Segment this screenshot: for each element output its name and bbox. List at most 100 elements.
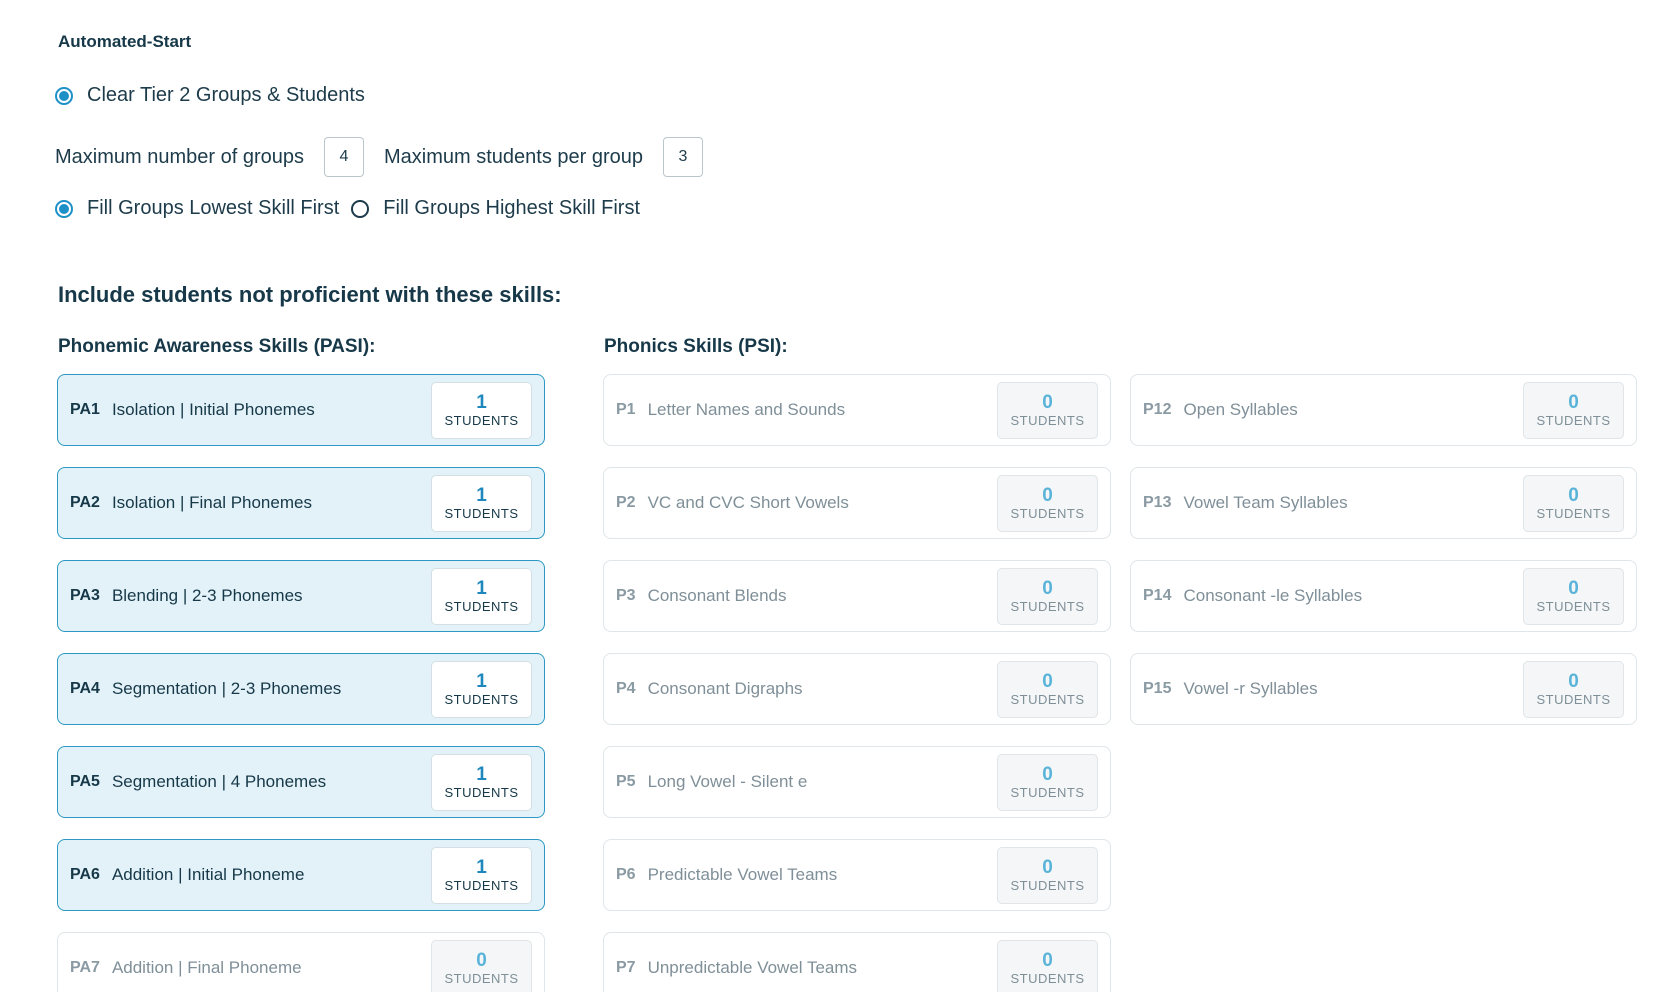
student-count-value: 1 — [476, 763, 487, 785]
skill-card-p6[interactable]: P6 Predictable Vowel Teams 0 STUDENTS — [603, 839, 1111, 911]
student-count-badge: 1 STUDENTS — [431, 475, 532, 532]
student-count-value: 1 — [476, 670, 487, 692]
skill-card-pa7[interactable]: PA7 Addition | Final Phoneme 0 STUDENTS — [57, 932, 545, 992]
fill-highest-radio[interactable]: Fill Groups Highest Skill First — [351, 197, 640, 220]
skill-name: Vowel Team Syllables — [1183, 493, 1348, 512]
skill-code: P1 — [616, 401, 636, 418]
skill-code: P4 — [616, 680, 636, 697]
student-count-unit: STUDENTS — [1010, 505, 1085, 521]
psi-skill-list-1: P1 Letter Names and Sounds 0 STUDENTS P2 VC a… — [603, 374, 1111, 992]
radio-checked-icon — [55, 86, 73, 105]
fill-lowest-radio[interactable]: Fill Groups Lowest Skill First — [55, 197, 339, 220]
skill-code: PA1 — [70, 401, 100, 418]
fill-lowest-label: Fill Groups Lowest Skill First — [87, 197, 340, 219]
skill-code: PA3 — [70, 587, 100, 604]
skill-code: P5 — [616, 773, 636, 790]
student-count-unit: STUDENTS — [1536, 412, 1611, 428]
skill-name: Unpredictable Vowel Teams — [647, 958, 858, 977]
student-count-value: 0 — [1568, 670, 1579, 692]
clear-groups-radio[interactable]: Clear Tier 2 Groups & Students — [55, 84, 365, 107]
radio-checked-icon — [55, 199, 73, 218]
skill-code: P12 — [1143, 401, 1172, 418]
skill-name: Predictable Vowel Teams — [647, 865, 838, 884]
skill-name: Vowel -r Syllables — [1183, 679, 1318, 698]
skill-card-p12[interactable]: P12 Open Syllables 0 STUDENTS — [1130, 374, 1637, 446]
skill-name: Segmentation | 4 Phonemes — [111, 772, 327, 791]
skill-code: PA2 — [70, 494, 100, 511]
skill-name: Open Syllables — [1183, 400, 1298, 419]
fill-highest-label: Fill Groups Highest Skill First — [383, 197, 640, 219]
skill-name: Consonant Digraphs — [647, 679, 803, 698]
student-count-badge: 0 STUDENTS — [1523, 568, 1624, 625]
clear-option-row: Clear Tier 2 Groups & Students — [55, 84, 377, 107]
student-count-unit: STUDENTS — [444, 970, 519, 986]
skill-card-pa2[interactable]: PA2 Isolation | Final Phonemes 1 STUDENTS — [57, 467, 545, 539]
student-count-unit: STUDENTS — [444, 598, 519, 614]
skill-card-p7[interactable]: P7 Unpredictable Vowel Teams 0 STUDENTS — [603, 932, 1111, 992]
skill-code: P14 — [1143, 587, 1172, 604]
student-count-value: 0 — [1042, 484, 1053, 506]
fill-options-row: Fill Groups Lowest Skill First Fill Grou… — [55, 197, 652, 220]
skill-card-pa4[interactable]: PA4 Segmentation | 2-3 Phonemes 1 STUDENTS — [57, 653, 545, 725]
skill-card-p14[interactable]: P14 Consonant -le Syllables 0 STUDENTS — [1130, 560, 1637, 632]
skill-code: PA5 — [70, 773, 100, 790]
max-groups-input[interactable]: 4 — [323, 137, 364, 177]
student-count-badge: 1 STUDENTS — [431, 847, 532, 904]
student-count-badge: 0 STUDENTS — [997, 940, 1098, 992]
student-count-badge: 1 STUDENTS — [431, 382, 532, 439]
student-count-badge: 0 STUDENTS — [1523, 382, 1624, 439]
skill-card-p5[interactable]: P5 Long Vowel - Silent e 0 STUDENTS — [603, 746, 1111, 818]
student-count-value: 0 — [1568, 577, 1579, 599]
skill-code: P15 — [1143, 680, 1172, 697]
student-count-badge: 0 STUDENTS — [1523, 475, 1624, 532]
student-count-unit: STUDENTS — [444, 877, 519, 893]
student-count-badge: 1 STUDENTS — [431, 661, 532, 718]
skill-code: P13 — [1143, 494, 1172, 511]
max-students-input[interactable]: 3 — [663, 137, 703, 177]
max-groups-label: Maximum number of groups — [55, 145, 304, 168]
student-count-value: 1 — [476, 856, 487, 878]
skill-card-p1[interactable]: P1 Letter Names and Sounds 0 STUDENTS — [603, 374, 1111, 446]
student-count-unit: STUDENTS — [444, 784, 519, 800]
skill-card-p3[interactable]: P3 Consonant Blends 0 STUDENTS — [603, 560, 1111, 632]
student-count-badge: 1 STUDENTS — [431, 754, 532, 811]
skill-name: Long Vowel - Silent e — [647, 772, 808, 791]
student-count-badge: 0 STUDENTS — [997, 475, 1098, 532]
radio-unchecked-icon — [351, 199, 370, 218]
skill-name: Addition | Final Phoneme — [111, 958, 302, 977]
skill-card-p13[interactable]: P13 Vowel Team Syllables 0 STUDENTS — [1130, 467, 1637, 539]
student-count-value: 0 — [1042, 577, 1053, 599]
skill-card-pa6[interactable]: PA6 Addition | Initial Phoneme 1 STUDENTS — [57, 839, 545, 911]
student-count-value: 0 — [1042, 949, 1053, 971]
student-count-unit: STUDENTS — [1010, 598, 1085, 614]
pasi-skill-list: PA1 Isolation | Initial Phonemes 1 STUDENTS… — [57, 374, 545, 992]
student-count-badge: 1 STUDENTS — [431, 568, 532, 625]
skill-card-p2[interactable]: P2 VC and CVC Short Vowels 0 STUDENTS — [603, 467, 1111, 539]
student-count-badge: 0 STUDENTS — [431, 940, 532, 992]
student-count-value: 0 — [1568, 391, 1579, 413]
student-count-badge: 0 STUDENTS — [997, 382, 1098, 439]
skill-card-p4[interactable]: P4 Consonant Digraphs 0 STUDENTS — [603, 653, 1111, 725]
skill-card-pa5[interactable]: PA5 Segmentation | 4 Phonemes 1 STUDENTS — [57, 746, 545, 818]
skill-name: VC and CVC Short Vowels — [647, 493, 849, 512]
student-count-badge: 0 STUDENTS — [997, 568, 1098, 625]
student-count-value: 0 — [1042, 856, 1053, 878]
clear-groups-label: Clear Tier 2 Groups & Students — [87, 84, 365, 106]
student-count-badge: 0 STUDENTS — [997, 847, 1098, 904]
skill-card-p15[interactable]: P15 Vowel -r Syllables 0 STUDENTS — [1130, 653, 1637, 725]
student-count-unit: STUDENTS — [444, 412, 519, 428]
skill-code: PA7 — [70, 959, 100, 976]
student-count-badge: 0 STUDENTS — [997, 754, 1098, 811]
student-count-value: 1 — [476, 484, 487, 506]
skill-card-pa3[interactable]: PA3 Blending | 2-3 Phonemes 1 STUDENTS — [57, 560, 545, 632]
student-count-value: 0 — [476, 949, 487, 971]
student-count-unit: STUDENTS — [1010, 784, 1085, 800]
student-count-value: 1 — [476, 577, 487, 599]
skill-code: PA6 — [70, 866, 100, 883]
skill-code: P2 — [616, 494, 636, 511]
skill-name: Consonant Blends — [647, 586, 787, 605]
student-count-value: 0 — [1042, 763, 1053, 785]
skills-heading: Include students not proficient with the… — [58, 282, 562, 307]
skill-card-pa1[interactable]: PA1 Isolation | Initial Phonemes 1 STUDENTS — [57, 374, 545, 446]
skill-name: Addition | Initial Phoneme — [111, 865, 305, 884]
